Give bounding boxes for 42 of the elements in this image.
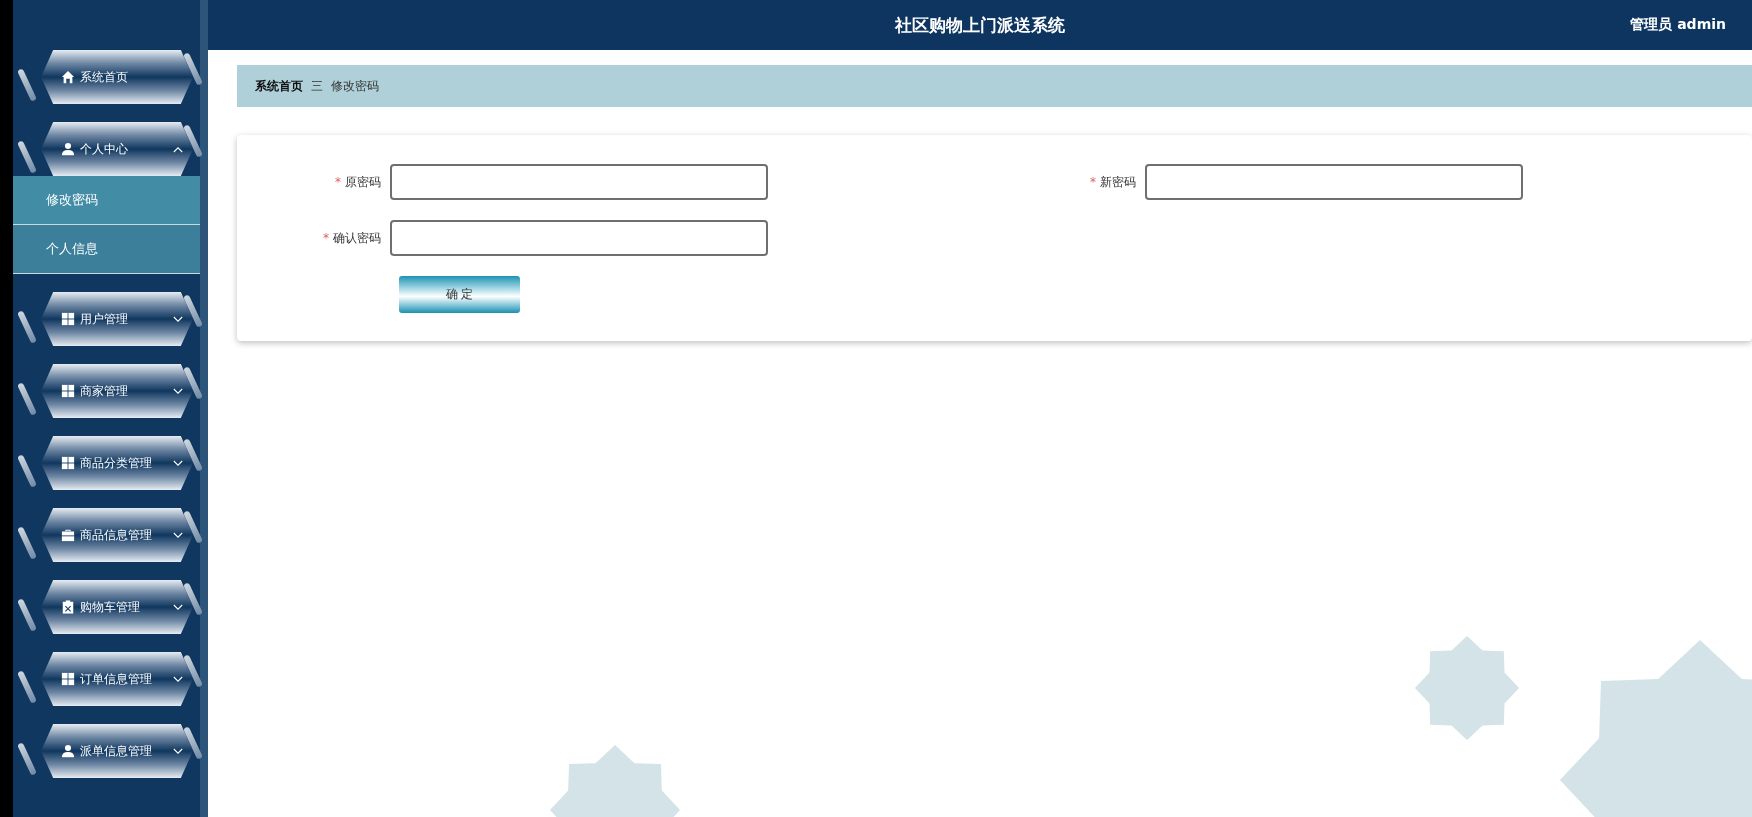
caret-up-icon — [173, 145, 183, 153]
briefcase-icon — [61, 528, 75, 542]
menu-item[interactable]: 用户管理 — [41, 292, 193, 346]
menu-item[interactable]: 个人中心 — [41, 122, 193, 176]
menu-item[interactable]: 订单信息管理 — [41, 652, 193, 706]
field-label: 原密码 — [345, 174, 381, 189]
menu-item[interactable]: 系统首页 — [41, 50, 193, 104]
required-mark: * — [1090, 174, 1096, 189]
grid-icon — [61, 312, 75, 326]
submenu-item[interactable]: 修改密码 — [13, 176, 200, 225]
user-icon — [61, 744, 75, 758]
grid-icon — [61, 384, 75, 398]
breadcrumb-separator: 三 — [311, 77, 323, 95]
required-mark: * — [335, 174, 341, 189]
grid-icon — [61, 672, 75, 686]
submenu-item[interactable]: 个人信息 — [13, 225, 200, 274]
password-field[interactable] — [390, 220, 768, 256]
required-mark: * — [323, 230, 329, 245]
menu-item[interactable]: 派单信息管理 — [41, 724, 193, 778]
grid-icon — [61, 456, 75, 470]
caret-down-icon — [173, 603, 183, 611]
menu-item[interactable]: 商品信息管理 — [41, 508, 193, 562]
home-icon — [61, 70, 75, 84]
password-field[interactable] — [390, 164, 768, 200]
caret-down-icon — [173, 315, 183, 323]
user-label: 管理员 admin — [1630, 16, 1726, 34]
menu-item[interactable]: 商家管理 — [41, 364, 193, 418]
submit-button[interactable]: 确 定 — [399, 276, 520, 313]
password-field[interactable] — [1145, 164, 1523, 200]
caret-down-icon — [173, 387, 183, 395]
clipboard-icon — [61, 600, 75, 614]
menu-item[interactable]: 购物车管理 — [41, 580, 193, 634]
menu-item[interactable]: 商品分类管理 — [41, 436, 193, 490]
field-label: 新密码 — [1100, 174, 1136, 189]
caret-down-icon — [173, 459, 183, 467]
caret-down-icon — [173, 675, 183, 683]
caret-down-icon — [173, 531, 183, 539]
breadcrumb-link[interactable]: 系统首页 — [255, 77, 303, 95]
user-icon — [61, 142, 75, 156]
app-title: 社区购物上门派送系统 — [895, 13, 1065, 37]
caret-down-icon — [173, 747, 183, 755]
field-label: 确认密码 — [333, 230, 381, 245]
